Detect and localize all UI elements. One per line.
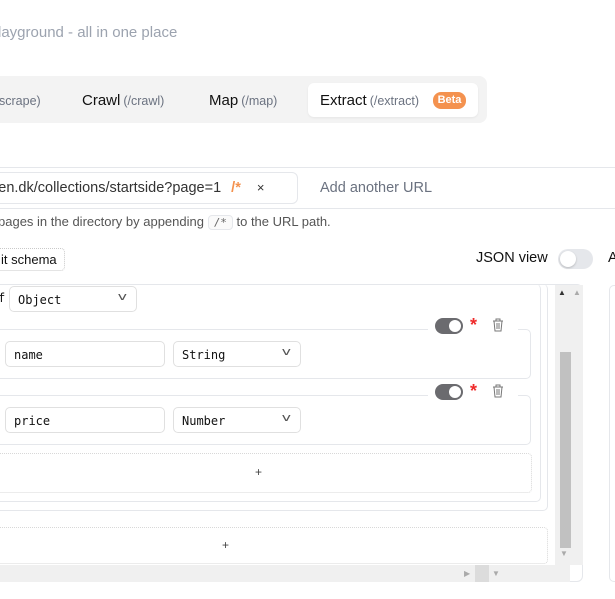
url-hint: pages in the directory by appending /* t… — [0, 214, 331, 230]
field-name-input[interactable]: price — [5, 407, 165, 433]
trash-icon[interactable] — [492, 318, 504, 332]
scroll-right-icon[interactable]: ▶ — [464, 569, 470, 578]
field-enabled-toggle[interactable] — [435, 318, 463, 334]
remove-url-icon[interactable]: × — [257, 180, 265, 195]
field-name-input[interactable]: name — [5, 341, 165, 367]
add-root-field-button[interactable] — [0, 527, 548, 564]
json-view-label: JSON view — [476, 250, 548, 266]
scrollbar-corner — [475, 565, 489, 582]
tab-endpoint: (/crawl) — [123, 94, 165, 108]
root-type-value: Object — [18, 293, 62, 307]
scroll-up-icon[interactable]: ▲ — [573, 288, 581, 297]
tab-label: Extract — [320, 92, 367, 109]
add-url-input[interactable]: Add another URL — [320, 180, 432, 196]
tab-label: Map — [209, 92, 239, 109]
hint-text: pages in the directory by appending — [0, 214, 204, 229]
field-type-select[interactable]: Number v — [173, 407, 301, 433]
chevron-down-icon: v — [281, 411, 292, 424]
plus-icon: + — [255, 465, 263, 479]
json-view-toggle[interactable] — [558, 249, 593, 269]
root-type-select[interactable]: Object v — [9, 286, 137, 312]
edit-schema-button[interactable]: it schema — [0, 248, 65, 271]
field-type-value: Number — [182, 414, 226, 428]
divider — [0, 167, 615, 168]
tab-extract[interactable]: Extract (/extract) Beta — [308, 83, 478, 117]
horizontal-scrollbar[interactable]: ▶ ▼ — [0, 565, 570, 582]
vertical-scrollbar[interactable]: ▲ ▲ ▼ — [555, 285, 583, 565]
chevron-down-icon: v — [281, 345, 292, 358]
field-type-select[interactable]: String v — [173, 341, 301, 367]
tab-crawl[interactable]: Crawl (/crawl) — [82, 92, 164, 109]
right-panel-label: A — [608, 250, 615, 266]
plus-icon: + — [222, 538, 230, 552]
divider — [0, 208, 615, 209]
page-subtitle: layground - all in one place — [0, 24, 178, 41]
hint-code: /* — [207, 215, 233, 230]
chevron-down-icon: v — [117, 290, 128, 303]
required-icon[interactable]: * — [470, 381, 477, 402]
field-type-value: String — [182, 348, 226, 362]
root-prefix: f — [0, 291, 6, 305]
tab-endpoint: scrape) — [0, 94, 41, 108]
wildcard-suffix: /* — [231, 180, 241, 196]
field-enabled-toggle[interactable] — [435, 384, 463, 400]
tab-scrape[interactable]: scrape) — [0, 92, 41, 109]
add-field-button[interactable] — [0, 453, 532, 493]
url-value: ken.dk/collections/startside?page=1 — [0, 180, 222, 196]
tab-label: Crawl — [82, 92, 121, 109]
trash-icon[interactable] — [492, 384, 504, 398]
tab-endpoint: (/map) — [241, 94, 278, 108]
beta-badge: Beta — [433, 92, 466, 109]
scroll-down-icon[interactable]: ▼ — [560, 549, 568, 558]
scroll-down-icon[interactable]: ▼ — [492, 569, 500, 578]
required-icon[interactable]: * — [470, 315, 477, 336]
tab-map[interactable]: Map (/map) — [209, 92, 277, 109]
scroll-up-icon[interactable]: ▲ — [558, 288, 566, 297]
right-panel — [609, 285, 615, 582]
scrollbar-thumb[interactable] — [560, 352, 571, 548]
url-input[interactable]: ken.dk/collections/startside?page=1 /* × — [0, 172, 298, 204]
tab-endpoint: (/extract) — [369, 94, 419, 108]
hint-text: to the URL path. — [236, 214, 331, 229]
